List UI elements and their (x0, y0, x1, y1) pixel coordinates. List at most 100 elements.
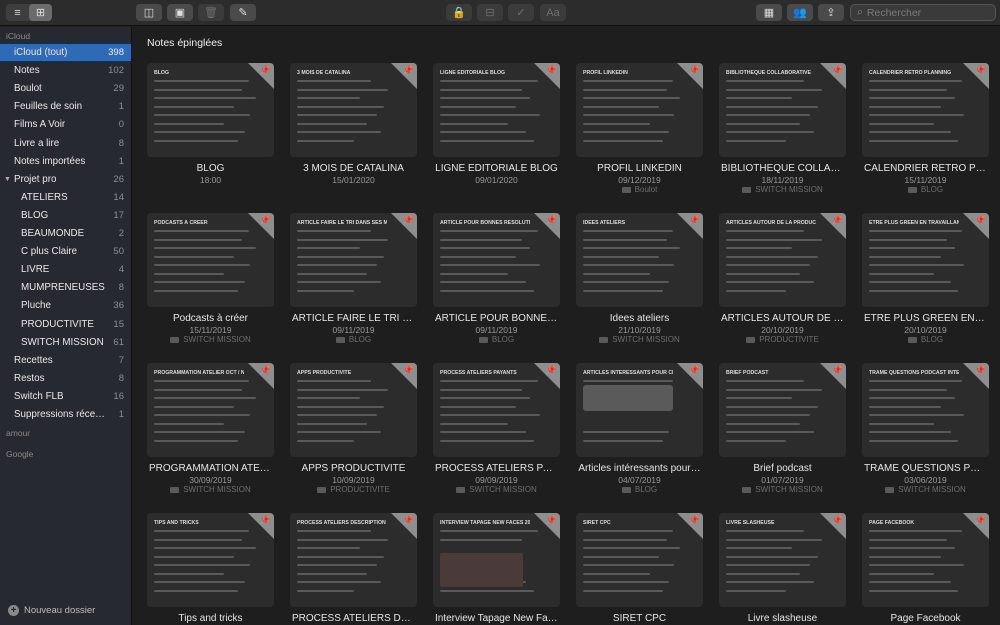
collaborate-icon[interactable]: 👥 (787, 4, 813, 21)
sidebar-folder[interactable]: Livre a lire 8 (0, 135, 131, 152)
sidebar-folder[interactable]: Boulot 29 (0, 80, 131, 97)
note-card[interactable]: LIGNE EDITORIALE BLOG 📌 LIGNE EDITORIALE B… (433, 63, 560, 185)
note-thumbnail[interactable]: PROFIL LINKEDIN 📌 (576, 63, 703, 157)
sidebar-folder[interactable]: PRODUCTIVITE 15 (0, 316, 131, 333)
note-card[interactable]: ARTICLE POUR BONNES RESOLUTIONS📌ARTICLE … (433, 213, 560, 344)
sidebar-folder[interactable]: Switch FLB 16 (0, 388, 131, 405)
note-card[interactable]: CALENDRIER RETRO PLANNING 📌 CALENDRIER RET… (862, 63, 989, 194)
note-card[interactable]: PROCESS ATELIERS DESCRIPTION 📌 PROCESS ATE… (290, 513, 417, 624)
note-card[interactable]: ETRE PLUS GREEN EN TRAVAILLANT 📌 ETRE PLUS… (862, 213, 989, 344)
text-line (869, 281, 951, 283)
note-card[interactable]: Livre slasheuse 📌 Livre slasheuse (719, 513, 846, 624)
view-switcher[interactable]: ≡ ⊞ (6, 4, 52, 21)
attachments-icon[interactable]: ▣ (167, 4, 193, 21)
sidebar-folder[interactable]: C plus Claire 50 (0, 243, 131, 260)
sidebar-folder[interactable]: SWITCH MISSION 61 (0, 334, 131, 351)
note-card[interactable]: PROCESS ATELIERS PAYANTS 📌 PROCESS ATELIER… (433, 363, 560, 494)
text-line (869, 114, 964, 116)
text-line (583, 122, 650, 125)
note-thumbnail[interactable]: LIGNE EDITORIALE BLOG 📌 (433, 63, 560, 157)
format-button[interactable]: Aa (540, 4, 566, 21)
note-thumbnail[interactable]: Podcasts à créer 📌 (147, 213, 274, 307)
note-thumbnail[interactable]: 3 MOIS DE CATALINA 📌 (290, 63, 417, 157)
text-line (440, 414, 540, 416)
note-thumbnail[interactable]: Idees ateliers 📌 (576, 213, 703, 307)
folder-label: LIVRE (21, 264, 50, 276)
note-thumbnail[interactable]: ARTICLES AUTOUR DE LA PRODUCTIVITE 📌 (719, 213, 846, 307)
text-line (726, 555, 818, 558)
note-card[interactable]: PROGRAMMATION ATELIER OCT / NOV 2019📌PRO… (147, 363, 274, 494)
note-thumbnail[interactable]: Articles intéressants pour CPC 📌 (576, 363, 703, 457)
note-card[interactable]: Page Facebook 📌 Page Facebook (862, 513, 989, 624)
sidebar-folder[interactable]: BEAUMONDE 2 (0, 225, 131, 242)
note-thumbnail[interactable]: ARTICLE POUR BONNES RESOLUTIONS 📌 (433, 213, 560, 307)
search-field[interactable]: ⌕ (850, 4, 996, 21)
note-card[interactable]: BLOG 📌 BLOG 18:00 (147, 63, 274, 185)
note-card[interactable]: Podcasts à créer 📌 Podcasts à créer 15/11/2… (147, 213, 274, 344)
new-note-icon[interactable]: ✎ (230, 4, 256, 21)
disclosure-triangle-icon[interactable]: ▼ (4, 176, 11, 183)
text-line (583, 131, 670, 133)
note-card[interactable]: PROFIL LINKEDIN 📌 PROFIL LINKEDIN 09/12/201… (576, 63, 703, 194)
sidebar-folder[interactable]: Suppressions récent… 1 (0, 406, 131, 423)
note-card[interactable]: SIRET CPC 📌 SIRET CPC (576, 513, 703, 624)
note-card[interactable]: Articles intéressants pour CPC 📌 Articles … (576, 363, 703, 494)
note-thumbnail[interactable]: SIRET CPC 📌 (576, 513, 703, 607)
note-thumbnail[interactable]: CALENDRIER RETRO PLANNING 📌 (862, 63, 989, 157)
note-card[interactable]: Tips and tricks 📌 Tips and tricks (147, 513, 274, 624)
note-card[interactable]: APPS PRODUCTIVITÉ 📌 APPS PRODUCTIVITÉ 10/09… (290, 363, 417, 494)
folder-icon (742, 486, 752, 493)
delete-icon[interactable]: 🗑 (198, 4, 224, 21)
media-icon[interactable]: ▦ (756, 4, 782, 21)
note-card[interactable]: TRAME QUESTIONS PODCAST INTERVIEW📌TRAME … (862, 363, 989, 494)
sidebar-folder[interactable]: ▼ Projet pro 26 (0, 171, 131, 188)
note-card[interactable]: ARTICLE FAIRE LE TRI DANS SES MAILS📌ARTI… (290, 213, 417, 344)
note-thumbnail[interactable]: ARTICLE FAIRE LE TRI DANS SES MAILS 📌 (290, 213, 417, 307)
sidebar-folder[interactable]: LIVRE 4 (0, 261, 131, 278)
note-thumbnail[interactable]: Interview Tapage New Faces 2019 📌 (433, 513, 560, 607)
note-thumbnail[interactable]: TRAME QUESTIONS PODCAST INTERVIEW 📌 (862, 363, 989, 457)
note-thumbnail[interactable]: PROGRAMMATION ATELIER OCT / NOV 2019 📌 (147, 363, 274, 457)
checklist-icon[interactable]: ✓ (508, 4, 534, 21)
text-line (869, 380, 963, 382)
note-thumbnail[interactable]: Livre slasheuse 📌 (719, 513, 846, 607)
note-thumbnail[interactable]: PROCESS ATELIERS PAYANTS 📌 (433, 363, 560, 457)
new-folder-button[interactable]: + Nouveau dossier (8, 605, 95, 616)
note-thumbnail[interactable]: BIBLIOTHEQUE COLLABORATIVE 📌 (719, 63, 846, 157)
text-line (583, 547, 680, 549)
sidebar-folder[interactable]: ATELIERS 14 (0, 189, 131, 206)
sidebar-folder[interactable]: MUMPRENEUSES 8 (0, 279, 131, 296)
note-card[interactable]: 3 MOIS DE CATALINA 📌 3 MOIS DE CATALINA 15/… (290, 63, 417, 185)
sidebar-folder[interactable]: Films A Voir 0 (0, 116, 131, 133)
note-thumbnail[interactable]: Tips and tricks 📌 (147, 513, 274, 607)
note-card[interactable]: Interview Tapage New Faces 2019 📌 Intervie… (433, 513, 560, 624)
folder-count: 36 (113, 300, 124, 312)
list-view-icon[interactable]: ≡ (6, 4, 29, 21)
note-card[interactable]: Brief podcast 📌 Brief podcast 01/07/2019 SWI… (719, 363, 846, 494)
sidebar-folder[interactable]: Notes 102 (0, 62, 131, 79)
note-card[interactable]: ARTICLES AUTOUR DE LA PRODUCTIVITE📌ARTIC… (719, 213, 846, 344)
sidebar-folder[interactable]: Restos 8 (0, 370, 131, 387)
note-thumbnail[interactable]: ETRE PLUS GREEN EN TRAVAILLANT 📌 (862, 213, 989, 307)
account-header: iCloud (6, 31, 31, 41)
note-thumbnail[interactable]: PROCESS ATELIERS DESCRIPTION 📌 (290, 513, 417, 607)
note-thumbnail[interactable]: APPS PRODUCTIVITÉ 📌 (290, 363, 417, 457)
note-thumbnail[interactable]: Page Facebook 📌 (862, 513, 989, 607)
table-icon[interactable]: ⊟ (477, 4, 503, 21)
sidebar-folder[interactable]: BLOG 17 (0, 207, 131, 224)
note-thumbnail[interactable]: Brief podcast 📌 (719, 363, 846, 457)
search-input[interactable] (866, 6, 985, 19)
share-icon[interactable]: ⇪ (818, 4, 844, 21)
sidebar-folder[interactable]: Pluche 36 (0, 297, 131, 314)
sidebar-folder[interactable]: iCloud (tout) 398 (0, 44, 131, 61)
lock-icon[interactable]: 🔒 (446, 4, 472, 21)
note-card[interactable]: BIBLIOTHEQUE COLLABORATIVE 📌 BIBLIOTHEQUE … (719, 63, 846, 194)
sidebar-toggle-icon[interactable]: ◫ (136, 4, 162, 21)
note-thumbnail[interactable]: BLOG 📌 (147, 63, 274, 157)
note-card[interactable]: Idees ateliers 📌 Idees ateliers 21/10/2019 S… (576, 213, 703, 344)
gallery-view-icon[interactable]: ⊞ (29, 4, 52, 21)
sidebar-folder[interactable]: Notes importées 1 (0, 153, 131, 170)
sidebar-folder[interactable]: Recettes 7 (0, 352, 131, 369)
sidebar-folder[interactable]: Feuilles de soin 1 (0, 98, 131, 115)
note-title: BIBLIOTHEQUE COLLABOR… (721, 163, 846, 174)
